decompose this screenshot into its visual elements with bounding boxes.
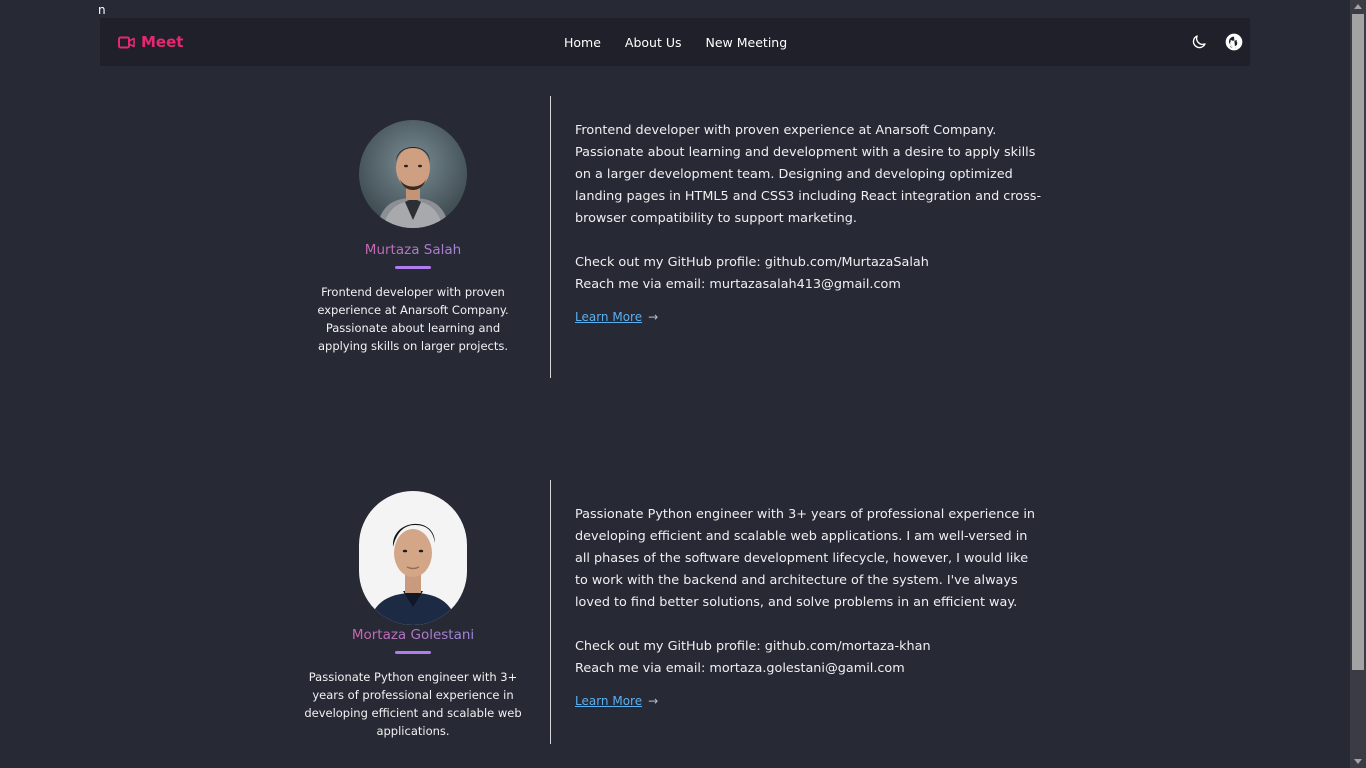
scroll-down-arrow-icon[interactable] xyxy=(1354,759,1362,764)
email-line: Reach me via email: murtazasalah413@gmai… xyxy=(575,277,901,292)
learn-more-link[interactable]: Learn More → xyxy=(575,306,658,328)
avatar xyxy=(359,491,467,625)
arrow-right-icon: → xyxy=(648,694,659,708)
video-camera-icon xyxy=(118,36,135,48)
stray-text: n xyxy=(98,3,106,17)
profile-bio: Frontend developer with proven experienc… xyxy=(575,123,1042,226)
profile-short-bio: Passionate Python engineer with 3+ years… xyxy=(304,670,522,738)
nav-links: Home About Us New Meeting xyxy=(564,18,787,66)
profile-bio: Passionate Python engineer with 3+ years… xyxy=(575,507,1035,610)
name-underline xyxy=(395,266,431,269)
profile-summary: Murtaza Salah Frontend developer with pr… xyxy=(300,96,526,355)
learn-more-label: Learn More xyxy=(575,694,643,708)
brand-name: Meet xyxy=(141,33,184,51)
email-line: Reach me via email: mortaza.golestani@ga… xyxy=(575,661,905,676)
nav-home[interactable]: Home xyxy=(564,35,601,50)
moon-icon[interactable] xyxy=(1190,33,1208,51)
scrollbar[interactable] xyxy=(1350,0,1366,768)
navbar: Meet Home About Us New Meeting xyxy=(100,18,1250,66)
vertical-divider xyxy=(550,480,551,744)
learn-more-link[interactable]: Learn More → xyxy=(575,690,658,712)
github-line: Check out my GitHub profile: github.com/… xyxy=(575,639,931,654)
nav-about-us[interactable]: About Us xyxy=(625,35,682,50)
nav-icons xyxy=(1190,18,1244,66)
nav-new-meeting[interactable]: New Meeting xyxy=(706,35,788,50)
profile-name: Murtaza Salah xyxy=(300,242,526,258)
vertical-divider xyxy=(550,96,551,378)
profile-summary: Mortaza Golestani Passionate Python engi… xyxy=(300,480,526,740)
profile-short-bio: Frontend developer with proven experienc… xyxy=(317,285,509,353)
profile-details: Passionate Python engineer with 3+ years… xyxy=(575,504,1045,713)
github-line: Check out my GitHub profile: github.com/… xyxy=(575,255,929,270)
avatar xyxy=(359,120,467,228)
scroll-up-arrow-icon[interactable] xyxy=(1354,4,1362,9)
learn-more-label: Learn More xyxy=(575,310,643,324)
name-underline xyxy=(395,651,431,654)
brand-logo[interactable]: Meet xyxy=(118,18,183,66)
profile-details: Frontend developer with proven experienc… xyxy=(575,120,1045,329)
arrow-right-icon: → xyxy=(648,310,659,324)
profile-name: Mortaza Golestani xyxy=(300,627,526,643)
scroll-thumb[interactable] xyxy=(1352,14,1364,670)
github-icon[interactable] xyxy=(1224,32,1244,52)
